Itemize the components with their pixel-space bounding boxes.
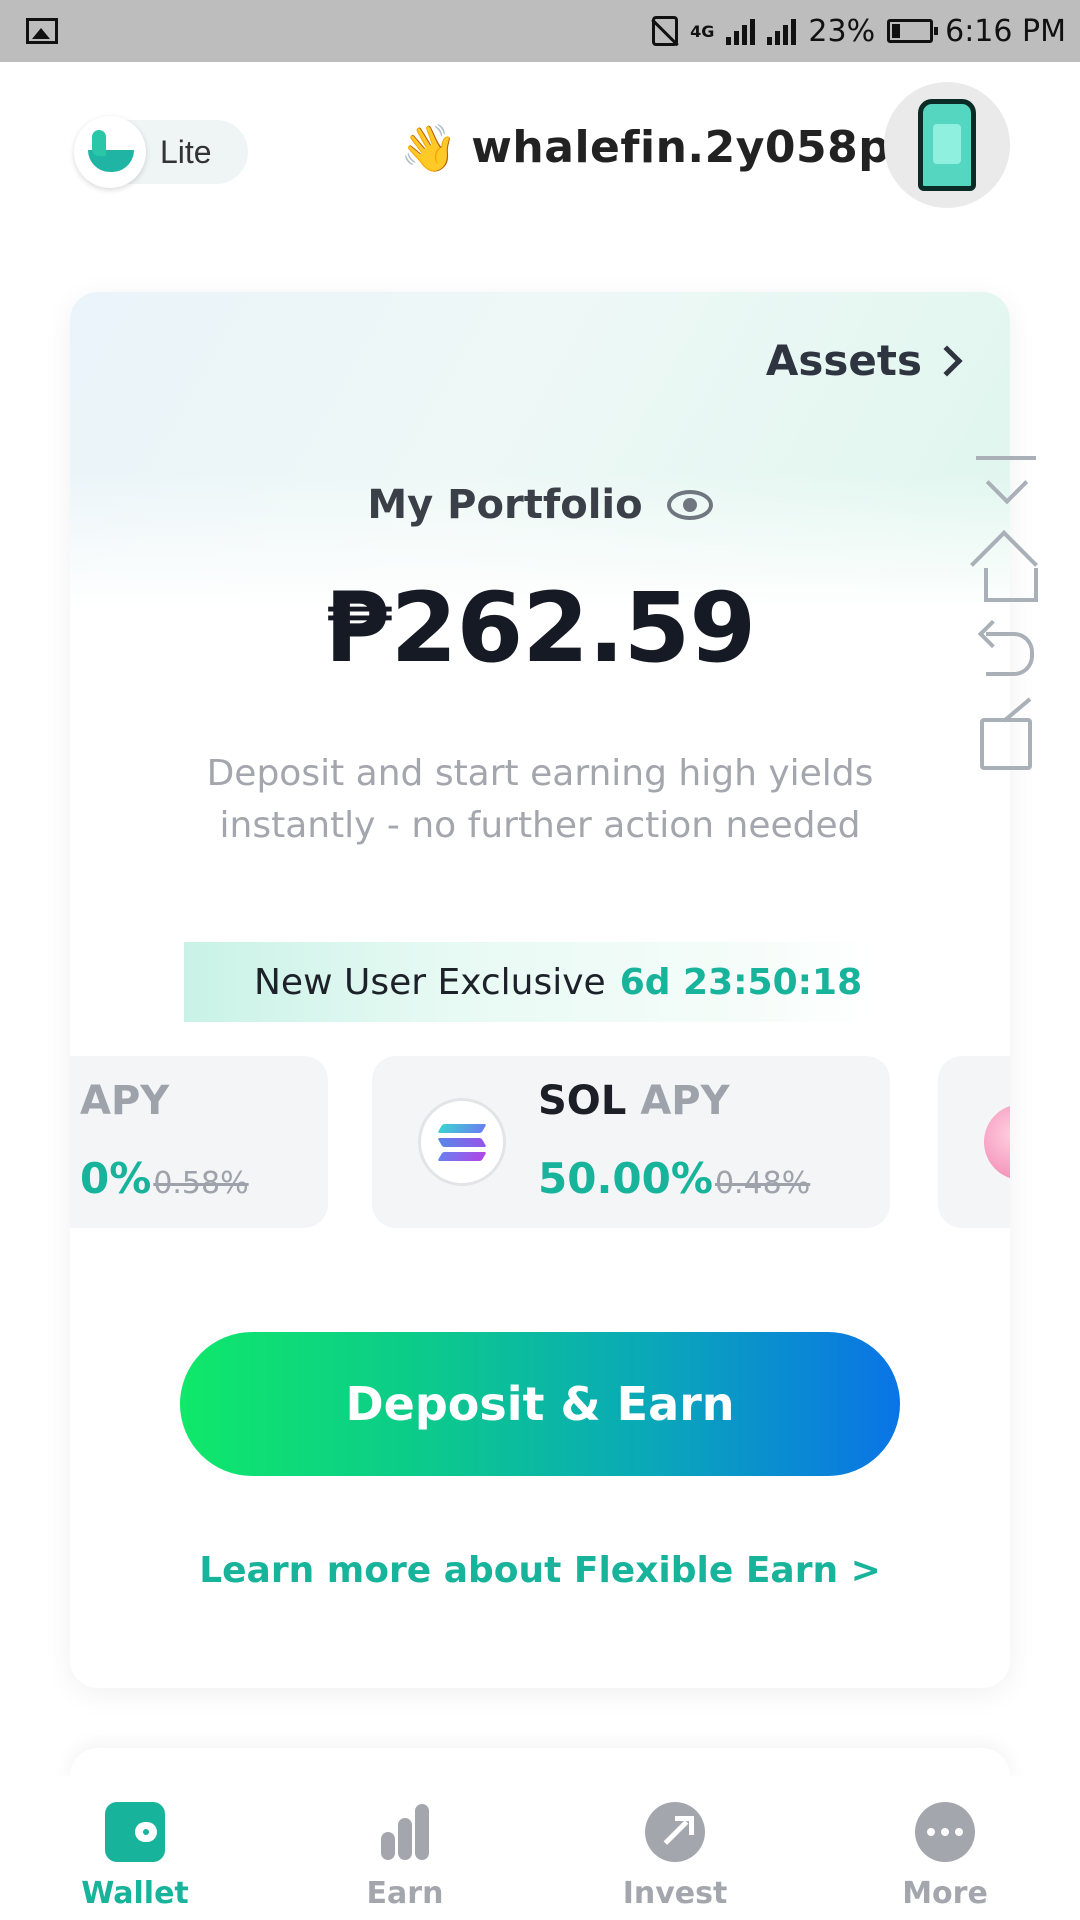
- nav-item-earn[interactable]: Earn: [270, 1776, 540, 1920]
- old-rate: 0.58%: [153, 1166, 249, 1201]
- old-rate: 0.48%: [714, 1166, 811, 1201]
- eye-icon[interactable]: [666, 490, 713, 520]
- apy-card-partial[interactable]: [938, 1056, 1010, 1228]
- assets-label: Assets: [765, 336, 922, 385]
- promo-rate: 50.00%: [538, 1154, 713, 1203]
- lite-mode-toggle[interactable]: Lite: [74, 116, 248, 188]
- description-line-2: instantly - no further action needed: [219, 805, 861, 846]
- lite-mode-label: Lite: [160, 133, 212, 170]
- back-icon[interactable]: [970, 616, 1046, 686]
- coin-name: SOL: [538, 1078, 627, 1124]
- status-right: 4G 23% 6:16 PM: [652, 14, 1066, 49]
- clock: 6:16 PM: [945, 13, 1066, 49]
- new-user-promo-banner: New User Exclusive 6d 23:50:18: [184, 942, 874, 1022]
- more-dots-icon: [915, 1802, 975, 1862]
- coin-row: SOL APY: [538, 1078, 730, 1124]
- arrow-circle-icon: [645, 1802, 705, 1862]
- portfolio-description: Deposit and start earning high yields in…: [70, 748, 1010, 852]
- robot-avatar-icon: [918, 99, 976, 191]
- apy-card-sol[interactable]: SOL APY 50.00% 0.48%: [372, 1056, 890, 1228]
- floating-toolbar: [970, 452, 1050, 780]
- nav-item-invest[interactable]: Invest: [540, 1776, 810, 1920]
- nav-label: Wallet: [81, 1876, 189, 1911]
- portfolio-title: My Portfolio: [70, 482, 1010, 528]
- share-icon[interactable]: [970, 698, 1046, 770]
- assets-link[interactable]: Assets: [765, 336, 963, 385]
- network-type: 4G: [690, 21, 715, 41]
- portfolio-label: My Portfolio: [367, 482, 643, 528]
- avatar[interactable]: [884, 82, 1010, 208]
- greeting: 👋 whalefin.2y058phr: [400, 122, 944, 173]
- rate-row: 0% 0.58%: [80, 1154, 249, 1203]
- chevron-right-icon: [931, 344, 963, 377]
- portfolio-card: Assets My Portfolio ₱262.59 Deposit and …: [70, 292, 1010, 1688]
- wallet-icon: [105, 1802, 165, 1862]
- promo-countdown: 6d 23:50:18: [619, 961, 863, 1003]
- bottom-nav: Wallet Earn Invest More: [0, 1776, 1080, 1920]
- nav-item-wallet[interactable]: Wallet: [0, 1776, 270, 1920]
- bar-chart-icon: [375, 1802, 435, 1862]
- learn-more-link[interactable]: Learn more about Flexible Earn >: [70, 1550, 1010, 1591]
- promo-label: New User Exclusive: [254, 961, 606, 1003]
- username: whalefin.2y058phr: [471, 122, 945, 173]
- image-notification-icon: [26, 18, 58, 44]
- rate-row: 50.00% 0.48%: [538, 1154, 810, 1203]
- solana-coin-icon: [418, 1098, 506, 1186]
- deposit-earn-button[interactable]: Deposit & Earn: [180, 1332, 900, 1476]
- description-line-1: Deposit and start earning high yields: [206, 753, 874, 794]
- waving-hand-icon: 👋: [400, 120, 458, 175]
- vibrate-off-icon: [652, 16, 679, 46]
- coin-icon: [984, 1104, 1010, 1180]
- status-bar: 4G 23% 6:16 PM: [0, 0, 1080, 62]
- signal-icon-2: [767, 17, 797, 45]
- app-header: Lite 👋 whalefin.2y058phr: [0, 82, 1080, 208]
- portfolio-balance: ₱262.59: [324, 572, 756, 684]
- coin-row: APY: [80, 1078, 169, 1124]
- apy-carousel[interactable]: APY 0% 0.58% SOL APY 50.00% 0.48%: [70, 1056, 1010, 1228]
- apy-label: APY: [80, 1078, 170, 1124]
- battery-percent: 23%: [808, 13, 876, 49]
- scroll-top-icon[interactable]: [970, 452, 1046, 522]
- home-icon[interactable]: [970, 534, 1046, 604]
- apy-label: APY: [640, 1078, 730, 1124]
- nav-label: Invest: [622, 1876, 728, 1911]
- promo-rate: 0%: [80, 1154, 152, 1203]
- nav-item-more[interactable]: More: [810, 1776, 1080, 1920]
- whale-logo-icon: [74, 116, 146, 188]
- battery-icon: [887, 19, 939, 43]
- nav-label: Earn: [366, 1876, 444, 1911]
- apy-card[interactable]: APY 0% 0.58%: [70, 1056, 328, 1228]
- nav-label: More: [902, 1876, 988, 1911]
- signal-icon: [726, 17, 756, 45]
